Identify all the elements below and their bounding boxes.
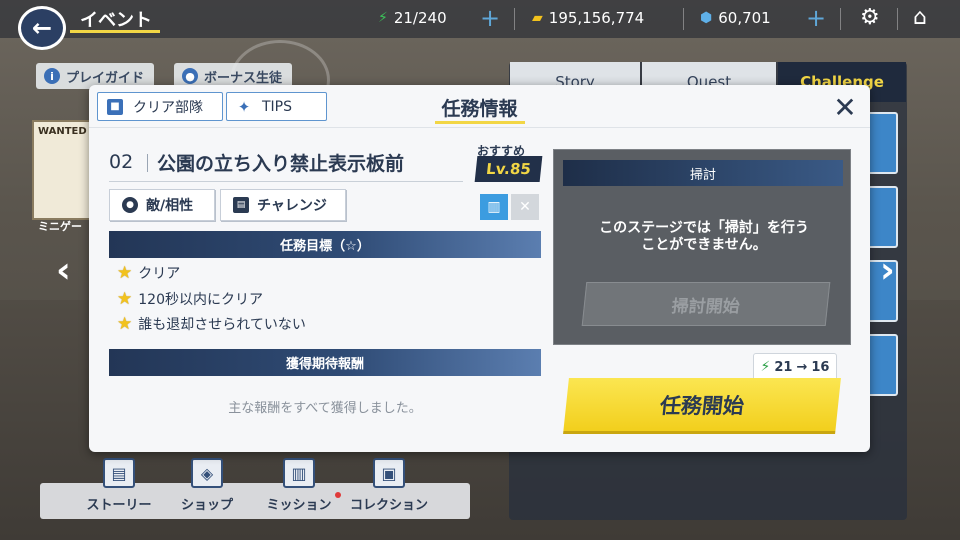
objective-text: 120秒以内にクリア <box>138 292 263 308</box>
notification-dot <box>335 492 341 498</box>
lightning-bolt-icon: ⚡ <box>760 359 771 375</box>
divider <box>897 8 898 30</box>
rewards-header: 獲得期待報酬 <box>109 349 541 376</box>
objective-text: クリア <box>138 266 181 282</box>
coin-icon: ▰ <box>532 10 543 26</box>
title-underline <box>70 30 160 33</box>
objective-item: ★ 誰も退却させられていない <box>117 314 306 334</box>
back-button[interactable]: ← <box>18 6 66 50</box>
back-arrow-icon: ← <box>31 14 53 42</box>
tag-icon: ◈ <box>191 458 223 488</box>
page-title: イベント <box>80 10 152 31</box>
book-icon: ▤ <box>103 458 135 488</box>
objective-text: 誰も退却させられていない <box>138 317 306 333</box>
add-stamina-button[interactable]: + <box>480 4 500 32</box>
next-arrow-icon[interactable]: › <box>880 250 895 291</box>
cost-arrow: → <box>796 359 808 375</box>
info-icon: i <box>44 68 60 84</box>
enemy-affinity-label: 敵/相性 <box>146 198 194 214</box>
divider <box>109 181 463 182</box>
challenge-button[interactable]: ▤ チャレンジ <box>220 189 346 221</box>
nav-story[interactable]: ▤ ストーリー <box>74 458 164 513</box>
bonus-students-label: ボーナス生徒 <box>204 70 283 86</box>
clipboard-icon: ▥ <box>283 458 315 488</box>
nav-shop-label: ショップ <box>180 498 233 513</box>
sweep-panel: 掃討 このステージでは「掃討」を行うことができません。 掃討開始 <box>553 149 851 345</box>
lightning-bolt-icon: ⚡ <box>378 10 388 26</box>
sweep-message: このステージでは「掃討」を行うことができません。 <box>599 220 809 253</box>
minigame-label: ミニゲー <box>38 220 82 233</box>
nav-story-label: ストーリー <box>86 498 152 513</box>
stamina-cost: ⚡ 21 → 16 <box>753 353 837 381</box>
add-gem-button[interactable]: + <box>806 4 826 32</box>
play-guide-label: プレイガイド <box>66 70 145 86</box>
coin-display: ▰ 195,156,774 <box>532 9 644 27</box>
objective-item: ★ 120秒以内にクリア <box>117 289 263 309</box>
stage-number: 02 <box>109 151 134 173</box>
enemy-icon: ● <box>122 197 138 213</box>
gem-icon: ⬢ <box>700 10 713 26</box>
sweep-header: 掃討 <box>563 160 843 186</box>
divider <box>89 127 870 128</box>
start-mission-button[interactable]: 任務開始 <box>563 378 841 434</box>
divider <box>514 8 515 30</box>
star-icon: ★ <box>117 289 133 309</box>
cost-from: 21 <box>774 359 793 375</box>
building-icon[interactable]: ▥ <box>480 194 508 220</box>
previous-arrow-icon[interactable]: ‹ <box>56 250 71 291</box>
wanted-poster[interactable]: WANTED <box>32 120 94 220</box>
objective-item: ★ クリア <box>117 263 180 283</box>
document-icon: ▤ <box>233 197 249 213</box>
gem-value: 60,701 <box>718 9 771 27</box>
stamina-value: 21/240 <box>393 9 447 27</box>
star-icon: ★ <box>117 314 133 334</box>
mission-info-dialog: ■ クリア部隊 ✦ TIPS 任務情報 ✕ 02 公園の立ち入り禁止表示板前 お… <box>89 85 870 452</box>
start-mission-label: 任務開始 <box>658 393 746 418</box>
challenge-label: チャレンジ <box>257 198 327 214</box>
gear-icon[interactable]: ⚙ <box>860 5 880 30</box>
cost-to: 16 <box>811 359 830 375</box>
nav-collection[interactable]: ▣ コレクション <box>344 458 434 513</box>
nav-mission-label: ミッション <box>266 498 332 513</box>
stamina-display: ⚡ 21/240 <box>378 9 447 27</box>
nav-shop[interactable]: ◈ ショップ <box>162 458 252 513</box>
close-icon[interactable]: ✕ <box>829 91 861 124</box>
disabled-x-icon: ✕ <box>511 194 539 220</box>
divider <box>683 8 684 30</box>
person-icon: ● <box>182 68 198 84</box>
objectives-header: 任務目標（☆） <box>109 231 541 258</box>
divider <box>147 154 148 172</box>
sweep-start-button: 掃討開始 <box>581 282 831 326</box>
title-underline <box>435 121 525 124</box>
nav-mission[interactable]: ▥ ミッション <box>254 458 344 513</box>
divider <box>840 8 841 30</box>
star-icon: ★ <box>117 263 133 283</box>
home-icon[interactable]: ⌂ <box>913 5 927 30</box>
recommended-level: Lv.85 <box>474 156 543 182</box>
rewards-message: 主な報酬をすべて獲得しました。 <box>228 401 422 416</box>
enemy-affinity-button[interactable]: ● 敵/相性 <box>109 189 215 221</box>
dialog-title: 任務情報 <box>441 98 518 120</box>
gem-display: ⬢ 60,701 <box>700 9 771 27</box>
collection-icon: ▣ <box>373 458 405 488</box>
nav-collection-label: コレクション <box>349 498 428 513</box>
stage-name: 公園の立ち入り禁止表示板前 <box>157 153 405 175</box>
coin-value: 195,156,774 <box>548 9 645 27</box>
